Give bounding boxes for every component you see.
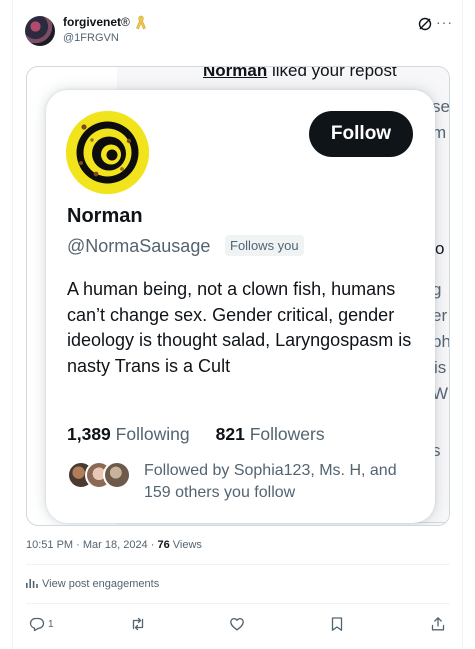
following-count: 1,389: [67, 424, 111, 444]
profile-avatar: [66, 111, 149, 194]
embedded-image[interactable]: Norman liked your repost se m o g er ph …: [26, 66, 450, 526]
reply-icon: [29, 617, 45, 632]
divider: [26, 564, 450, 565]
profile-bio: A human being, not a clown fish, humans …: [67, 279, 412, 376]
mutual-avatar: [103, 461, 131, 489]
author-display-name[interactable]: forgivenet®: [63, 15, 130, 29]
grok-icon[interactable]: [417, 16, 433, 32]
follow-button: Follow: [309, 111, 413, 157]
mutual-followers-text: Followed by Sophia123, Ms. H, and 159 ot…: [144, 462, 397, 501]
divider: [26, 603, 450, 604]
spiral-logo-icon: [66, 111, 149, 194]
mutual-avatars: [67, 461, 131, 491]
more-icon[interactable]: ···: [436, 14, 453, 30]
profile-stats: 1,389 Following 821 Followers: [67, 424, 325, 445]
post-timestamp[interactable]: 10:51 PM · Mar 18, 2024 · 76 Views: [26, 539, 202, 551]
background-notification-text: Norman liked your repost: [203, 66, 397, 80]
background-fragment: is: [434, 358, 447, 377]
share-button[interactable]: [430, 615, 446, 633]
profile-hover-card: Follow Norman @NormaSausage Follows you …: [46, 90, 435, 523]
following-label: Following: [115, 424, 190, 444]
author-avatar[interactable]: [25, 16, 55, 46]
like-button[interactable]: [229, 615, 245, 633]
ribbon-icon: [136, 15, 146, 30]
reply-button[interactable]: 1: [29, 615, 54, 633]
post-container: forgivenet® @1FRGVN ··· Norman liked you…: [12, 0, 463, 649]
views-label: Views: [172, 539, 202, 551]
profile-handle: @NormaSausage: [67, 236, 211, 256]
background-fragment: o: [435, 239, 445, 258]
followers-count: 821: [215, 424, 245, 444]
repost-icon: [132, 617, 144, 631]
views-count: 76: [157, 539, 170, 551]
like-icon: [230, 617, 244, 631]
author-handle[interactable]: @1FRGVN: [63, 32, 119, 44]
engagements-icon: [26, 579, 38, 588]
reply-count: 1: [48, 618, 54, 630]
repost-button[interactable]: [130, 615, 146, 633]
bookmark-icon: [331, 617, 343, 631]
share-icon: [431, 617, 445, 631]
follows-you-badge: Follows you: [225, 235, 304, 256]
followers-label: Followers: [249, 424, 325, 444]
profile-name: Norman: [67, 205, 143, 227]
bookmark-button[interactable]: [329, 615, 345, 633]
view-engagements-link[interactable]: View post engagements: [26, 578, 159, 590]
